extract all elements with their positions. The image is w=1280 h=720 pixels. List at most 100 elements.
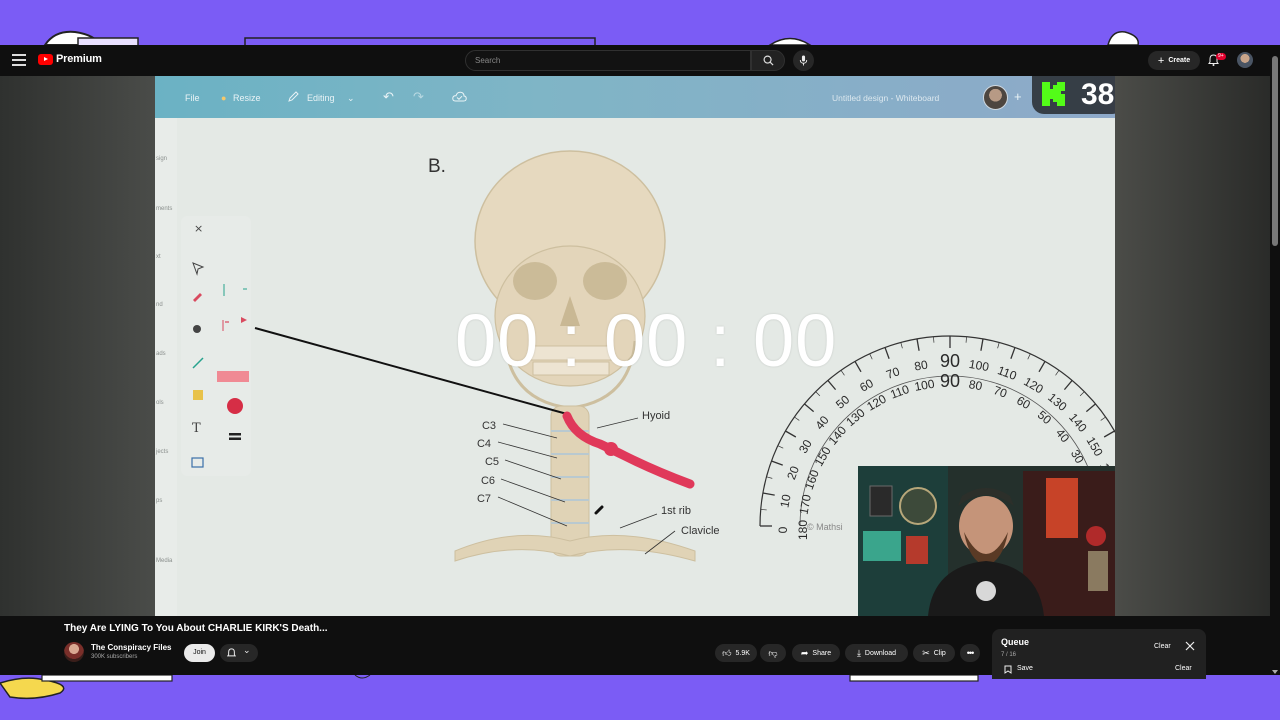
chevron-down-icon: ⌄: [243, 645, 251, 655]
download-icon: ⤓: [856, 647, 861, 658]
desktop-decoration-top: [43, 30, 1139, 45]
download-button[interactable]: ⤓ Download: [845, 644, 908, 662]
webcam-scene: [858, 466, 1115, 616]
protractor-tick: [1063, 380, 1073, 391]
protractor-label: 60: [1014, 393, 1033, 412]
protractor-label: 150: [1084, 434, 1106, 459]
clip-label: Clip: [933, 649, 946, 657]
queue-clear-button[interactable]: Clear: [1154, 643, 1171, 650]
close-icon[interactable]: [1185, 641, 1195, 651]
protractor-tick: [840, 370, 845, 376]
protractor-label: 150: [812, 444, 834, 469]
protractor-label: 90: [940, 351, 960, 371]
queue-panel: Queue 7 / 16 Clear Save Clear: [992, 629, 1206, 679]
protractor-tick: [884, 347, 890, 359]
menu-icon[interactable]: [12, 54, 26, 66]
protractor-label: 50: [833, 392, 852, 412]
scrollbar-thumb[interactable]: [1272, 56, 1278, 246]
channel-name[interactable]: The Conspiracy Files: [91, 643, 171, 652]
protractor-tick: [815, 391, 821, 397]
protractor-label: 100: [913, 377, 935, 394]
protractor-tick: [1079, 391, 1085, 397]
protractor-label: 50: [1035, 408, 1054, 428]
page-scrollbar[interactable]: [1270, 45, 1280, 675]
bell-icon: [227, 648, 236, 657]
protractor-label: 90: [940, 371, 960, 391]
voice-search-button[interactable]: [793, 50, 814, 71]
protractor-label: 10: [777, 493, 793, 509]
kick-logo-icon: [1042, 82, 1065, 106]
protractor-tick: [804, 403, 815, 413]
protractor-label: 30: [796, 437, 815, 456]
protractor-label: 30: [1068, 447, 1087, 466]
queue-clear-all-button[interactable]: Clear: [1175, 665, 1192, 672]
plus-icon: +: [1157, 54, 1165, 67]
protractor-label: 40: [1053, 426, 1073, 445]
more-icon: •••: [966, 648, 975, 658]
microphone-icon: [799, 55, 808, 66]
protractor-label: 100: [968, 357, 990, 374]
queue-title: Queue: [1001, 637, 1030, 647]
protractor-tick: [760, 509, 767, 511]
protractor-label: 140: [826, 423, 850, 448]
notification-count-badge: 9+: [1216, 53, 1226, 60]
queue-count: 7 / 16: [1001, 652, 1017, 658]
search-icon: [763, 55, 774, 66]
protractor-tick: [766, 476, 773, 479]
protractor-tick: [1103, 430, 1115, 438]
scroll-down-arrow-icon[interactable]: [1272, 670, 1278, 674]
create-button[interactable]: + Create: [1148, 51, 1200, 70]
account-avatar[interactable]: [1237, 52, 1253, 68]
protractor-tick: [900, 342, 903, 349]
countdown-timer: 00 : 00 : 00: [455, 299, 838, 382]
protractor-tick: [777, 445, 784, 449]
subscribed-notifications-button[interactable]: ⌄: [220, 644, 258, 662]
protractor-label: 70: [992, 383, 1010, 401]
youtube-premium-logo[interactable]: Premium: [38, 53, 102, 65]
dislike-button[interactable]: 👎︎: [760, 644, 786, 662]
create-label: Create: [1168, 57, 1191, 64]
protractor-tick: [916, 338, 920, 351]
protractor-tick: [794, 416, 800, 421]
protractor-tick: [854, 361, 862, 373]
protractor-label: 170: [797, 493, 814, 515]
protractor-tick: [1055, 370, 1060, 376]
streamer-webcam: [858, 466, 1115, 616]
protractor-label: 120: [1021, 374, 1046, 396]
protractor-label: 60: [857, 376, 876, 395]
protractor-label: 110: [888, 382, 911, 402]
video-title: They Are LYING To You About CHARLIE KIRK…: [64, 623, 328, 634]
search-button[interactable]: [751, 50, 785, 71]
protractor-label: 140: [1066, 410, 1090, 435]
protractor-tick: [997, 342, 1000, 349]
protractor-label: 40: [812, 413, 832, 432]
protractor-tick: [771, 460, 783, 466]
more-actions-button[interactable]: •••: [960, 644, 980, 662]
ambient-left: [0, 76, 155, 616]
youtube-play-icon: [38, 53, 53, 65]
search-input[interactable]: Search: [465, 50, 751, 71]
red-highlight-stroke: [562, 411, 695, 489]
desktop-decoration-bottom: [0, 675, 979, 700]
protractor-label: 130: [1045, 390, 1070, 414]
clip-button[interactable]: ✂ Clip: [913, 644, 955, 662]
share-icon: ➦: [800, 647, 809, 658]
thumbs-down-icon: 👎︎: [768, 647, 778, 658]
queue-save-button[interactable]: Save: [1017, 665, 1033, 672]
like-button[interactable]: 👍︎ 5.9K: [715, 644, 757, 662]
save-playlist-icon[interactable]: [1004, 665, 1012, 674]
thumbs-up-icon: 👍︎: [722, 647, 732, 658]
protractor-tick: [762, 492, 775, 496]
like-count: 5.9K: [735, 649, 750, 657]
protractor-tick: [980, 338, 984, 351]
join-button[interactable]: Join: [184, 644, 215, 662]
kick-viewer-count: 38: [1081, 78, 1115, 111]
channel-avatar[interactable]: [64, 642, 84, 662]
protractor-tick: [785, 430, 797, 438]
youtube-masthead: Premium Search + Create 9+: [0, 45, 1280, 76]
scissors-icon: ✂: [922, 647, 930, 658]
video-player[interactable]: File ● Resize Editing ⌄ ↶ ↷ Untitled des…: [155, 76, 1115, 616]
protractor-tick: [1027, 353, 1031, 360]
share-button[interactable]: ➦ Share: [792, 644, 840, 662]
protractor-label: 130: [843, 405, 868, 429]
